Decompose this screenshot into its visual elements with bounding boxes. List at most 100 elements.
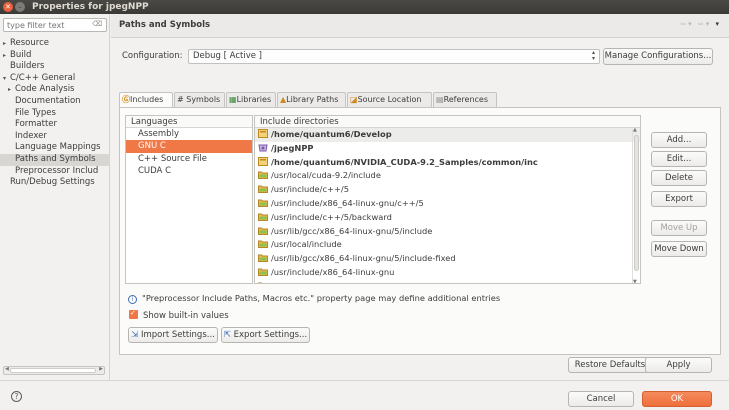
add-button[interactable]: Add...: [651, 132, 707, 148]
tab-label: References: [443, 95, 489, 104]
clear-filter-icon[interactable]: ⌫: [92, 20, 102, 28]
delete-button[interactable]: Delete: [651, 170, 707, 186]
show-builtin-checkbox[interactable]: Show built-in values: [129, 309, 229, 321]
tree-item-label: Run/Debug Settings: [10, 177, 95, 188]
language-item[interactable]: GNU C: [126, 140, 252, 153]
tree-item-label: C/C++ General: [10, 72, 76, 83]
include-path: /usr/include/c++/5: [271, 184, 349, 195]
filter-box[interactable]: ⌫: [3, 18, 107, 32]
tree-horizontal-scrollbar[interactable]: ◀ ▶: [3, 366, 105, 375]
tree-item[interactable]: Paths and Symbols: [0, 153, 110, 166]
ok-button[interactable]: OK: [642, 391, 712, 407]
edit-button[interactable]: Edit...: [651, 151, 707, 167]
include-directory-row[interactable]: /home/quantum6/Develop: [255, 128, 640, 142]
tree-item[interactable]: File Types: [0, 108, 110, 120]
export-button[interactable]: Export: [651, 191, 707, 207]
tab-symbols[interactable]: # Symbols: [174, 92, 225, 107]
tree-item[interactable]: Formatter: [0, 119, 110, 131]
collapsed-arrow-icon[interactable]: ▸: [8, 84, 15, 96]
language-item[interactable]: Assembly: [126, 128, 252, 140]
include-directory-row[interactable]: /usr/include/c++/5/backward: [255, 211, 640, 225]
include-directory-row[interactable]: /usr/include/x86_64-linux-gnu: [255, 266, 640, 280]
include-list-scrollbar[interactable]: ▲ ▼: [632, 127, 639, 283]
left-navigation: ⌫ ▸Resource▸BuildBuilders▾C/C++ General▸…: [0, 14, 110, 380]
include-directory-row[interactable]: /usr/include/x86_64-linux-gnu/c++/5: [255, 197, 640, 211]
include-directory-row[interactable]: /home/quantum6/NVIDIA_CUDA-9.2_Samples/c…: [255, 156, 640, 170]
tab-source-location[interactable]: ◪Source Location: [347, 92, 432, 107]
tree-item[interactable]: ▸ Build: [0, 50, 110, 62]
scroll-up-icon[interactable]: ▲: [633, 127, 637, 133]
tree-item[interactable]: ▸ Resource: [0, 38, 110, 50]
tab-includes[interactable]: ⒼIncludes: [119, 92, 173, 108]
include-directory-row[interactable]: /usr/lib/gcc/x86_64-linux-gnu/5/include-…: [255, 252, 640, 266]
import-settings-button[interactable]: ⇲ Import Settings...: [128, 327, 218, 343]
import-icon: ⇲: [131, 330, 139, 340]
checkbox-checked-icon[interactable]: [129, 309, 138, 319]
tab-label: Source Location: [357, 95, 422, 104]
collapsed-arrow-icon[interactable]: ▸: [3, 50, 10, 62]
project-folder-icon: [258, 143, 268, 152]
language-item[interactable]: CUDA C: [126, 165, 252, 177]
include-directory-row[interactable]: /usr/include: [255, 280, 640, 283]
tree-item[interactable]: Preprocessor Includ: [0, 166, 110, 178]
references-icon: ▤: [436, 95, 444, 104]
scroll-left-icon[interactable]: ◀: [5, 366, 9, 372]
folder-folder-icon: [258, 198, 268, 207]
include-directory-row[interactable]: /usr/local/include: [255, 238, 640, 252]
view-menu-icon[interactable]: ▾: [715, 20, 721, 28]
restore-defaults-button[interactable]: Restore Defaults: [568, 357, 652, 373]
libraries-icon: ▦: [229, 95, 237, 104]
cancel-button[interactable]: Cancel: [568, 391, 634, 407]
scrollbar-thumb[interactable]: [10, 368, 96, 373]
include-directory-row[interactable]: /usr/include/c++/5: [255, 183, 640, 197]
folder-folder-icon: [258, 239, 268, 249]
collapsed-arrow-icon[interactable]: ▸: [3, 38, 10, 50]
filter-input[interactable]: [4, 19, 86, 31]
back-icon[interactable]: ⇦: [680, 20, 688, 28]
tree-item[interactable]: ▸ Code Analysis: [0, 84, 110, 96]
tab-label: Includes: [130, 95, 164, 104]
include-directories-header: Include directories: [255, 116, 640, 128]
export-settings-button[interactable]: ⇱ Export Settings...: [221, 327, 310, 343]
move-up-button[interactable]: Move Up: [651, 220, 707, 236]
apply-button[interactable]: Apply: [645, 357, 712, 373]
folder-folder-icon: [258, 253, 268, 263]
tree-item[interactable]: Builders: [0, 61, 110, 73]
expanded-arrow-icon[interactable]: ▾: [3, 73, 10, 85]
include-path: /usr/include/c++/5/backward: [271, 211, 392, 222]
minimize-window-button[interactable]: –: [15, 2, 25, 12]
tab-libraries[interactable]: ▦Libraries: [226, 92, 276, 107]
includes-icon: Ⓖ: [122, 95, 130, 104]
folder-folder-icon: [258, 226, 268, 235]
tree-item[interactable]: Language Mappings: [0, 142, 110, 154]
include-directories-list: Include directories /home/quantum6/Devel…: [254, 115, 641, 284]
include-path: /usr/include/x86_64-linux-gnu: [271, 266, 395, 277]
tab-library-paths[interactable]: ▲Library Paths: [277, 92, 346, 107]
tree-item-label: Formatter: [15, 119, 58, 130]
close-window-button[interactable]: ✕: [3, 2, 13, 12]
include-directory-row[interactable]: /usr/lib/gcc/x86_64-linux-gnu/5/include: [255, 225, 640, 239]
forward-icon[interactable]: ⇨: [698, 20, 706, 28]
tab-references[interactable]: ▤References: [433, 92, 497, 107]
include-directory-row[interactable]: /jpegNPP: [255, 142, 640, 156]
page-header: Paths and Symbols ⇦▾ ⇨▾ ▾: [111, 14, 729, 38]
window-title: Properties for jpegNPP: [32, 2, 149, 12]
tree-item[interactable]: Documentation: [0, 96, 110, 108]
main-panel: Paths and Symbols ⇦▾ ⇨▾ ▾ Configuration:…: [111, 14, 729, 380]
scrollbar-thumb[interactable]: [634, 135, 639, 271]
info-text: "Preprocessor Include Paths, Macros etc.…: [142, 293, 501, 303]
source-location-icon: ◪: [350, 95, 358, 104]
help-icon[interactable]: ?: [11, 391, 22, 402]
language-item[interactable]: C++ Source File: [126, 153, 252, 165]
tree-item[interactable]: Indexer: [0, 131, 110, 143]
include-directory-row[interactable]: /usr/local/cuda-9.2/include: [255, 169, 640, 183]
manage-configurations-button[interactable]: Manage Configurations...: [603, 48, 713, 65]
languages-list: Languages Assembly GNU C C++ Source File CU…: [125, 115, 253, 284]
configuration-select[interactable]: Debug [ Active ] ▴ ▾: [188, 49, 600, 64]
tree-item-label: Resource: [10, 38, 49, 48]
tree-item[interactable]: ▾ C/C++ General: [0, 73, 110, 85]
move-down-button[interactable]: Move Down: [651, 241, 707, 257]
scroll-right-icon[interactable]: ▶: [99, 366, 103, 372]
tree-item[interactable]: Run/Debug Settings: [0, 177, 110, 189]
folder-folder-icon: [258, 281, 268, 283]
